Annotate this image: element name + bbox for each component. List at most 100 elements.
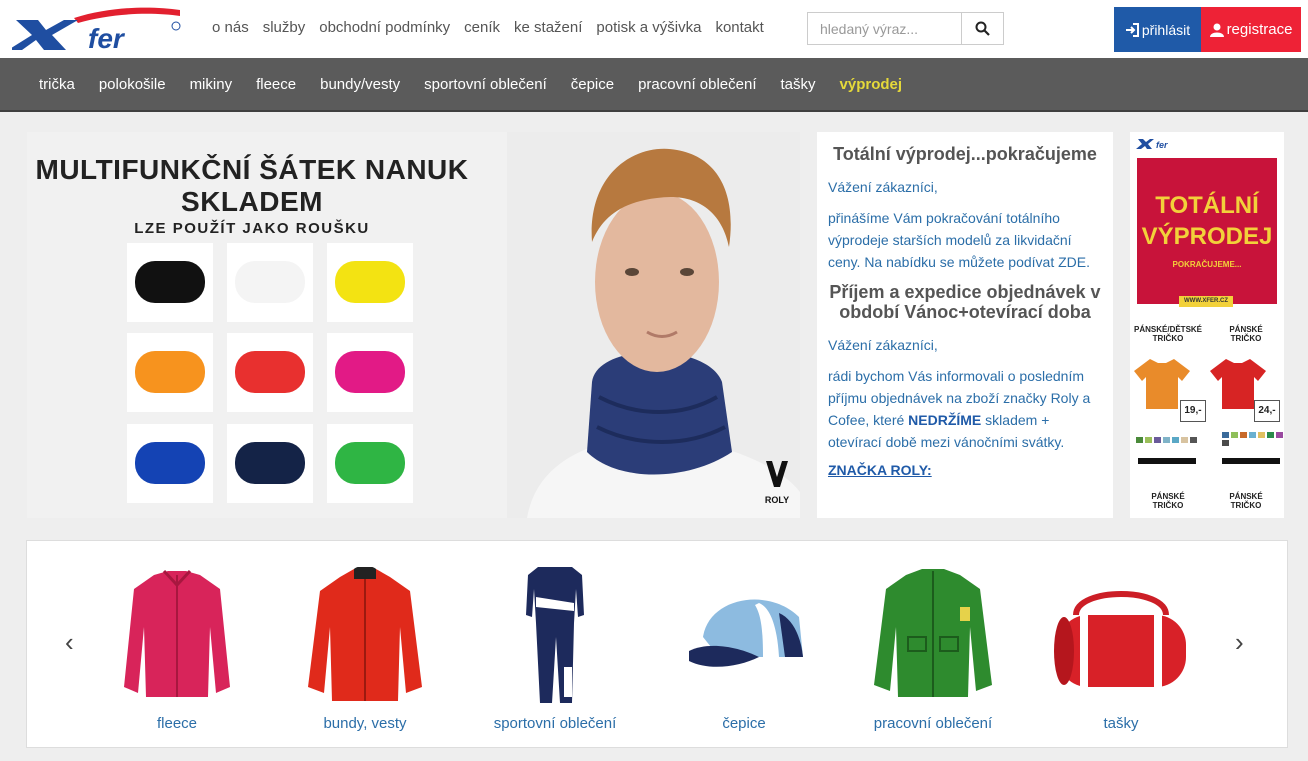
tracksuit-image (526, 567, 584, 703)
poster-subline: POKRAČUJEME... (1172, 260, 1242, 269)
poster-caption-4-line2: TRIČKO (1230, 501, 1262, 510)
banner-subline: LZE POUŽÍT JAKO ROUŠKU (134, 220, 370, 237)
carousel-label-cepice: čepice (722, 715, 766, 732)
poster-headline: TOTÁLNÍ VÝPRODEJ (1137, 190, 1277, 252)
cap-image (689, 599, 803, 667)
scarf-image (235, 261, 305, 303)
top-header: fer o nás služby obchodní podmínky ceník… (0, 0, 1308, 58)
search-box (807, 12, 1004, 45)
link-o-nas[interactable]: o nás (212, 19, 249, 36)
top-links: o nás služby obchodní podmínky ceník ke … (212, 19, 764, 36)
poster-headline-line1: TOTÁLNÍ (1155, 192, 1259, 219)
swatch-black (127, 243, 213, 322)
nav-item-mikiny[interactable]: mikiny (190, 76, 233, 93)
carousel-item-tasky[interactable]: tašky (1036, 561, 1206, 741)
poster-bar-2 (1222, 458, 1280, 464)
nav-item-tricka[interactable]: trička (39, 76, 75, 93)
sign-in-icon (1125, 22, 1139, 37)
carousel-item-fleece[interactable]: fleece (92, 561, 262, 741)
category-carousel: ‹ › fleece bundy, vesty sportovní obleče… (26, 540, 1288, 748)
scarf-image (235, 351, 305, 393)
scarf-image (335, 351, 405, 393)
nav-item-fleece[interactable]: fleece (256, 76, 296, 93)
poster-bar-1 (1138, 458, 1196, 464)
carousel-next-button[interactable]: › (1235, 627, 1244, 658)
scarf-image (235, 442, 305, 484)
carousel-prev-button[interactable]: ‹ (65, 627, 74, 658)
xfer-logo[interactable]: fer (12, 4, 184, 54)
link-sluzby[interactable]: služby (263, 19, 306, 36)
nav-item-pracovni-obleceni[interactable]: pracovní oblečení (638, 76, 756, 93)
carousel-item-pracovni-obleceni[interactable]: pracovní oblečení (848, 561, 1018, 741)
nav-item-polokosile[interactable]: polokošile (99, 76, 166, 93)
poster-caption-1: PÁNSKÉ/DĚTSKÉ TRIČKO (1134, 325, 1202, 343)
poster-web: WWW.XFER.CZ (1179, 296, 1233, 307)
banner-headline-line1: MULTIFUNKČNÍ ŠÁTEK NANUK (35, 154, 469, 185)
news-title-sale: Totální výprodej...pokračujeme (833, 144, 1097, 164)
register-label: registrace (1226, 21, 1293, 38)
news-christmas-text-bold: NEDRŽÍME (908, 412, 982, 428)
swatch-navy (227, 424, 313, 503)
poster-caption-2-line1: PÁNSKÉ (1229, 325, 1263, 334)
roly-logo-text: ROLY (765, 495, 789, 505)
swatch-pink (327, 333, 413, 412)
link-kontakt[interactable]: kontakt (715, 19, 763, 36)
search-icon (975, 21, 990, 36)
carousel-item-bundy-vesty[interactable]: bundy, vesty (280, 561, 450, 741)
search-input[interactable] (808, 13, 961, 44)
category-nav: trička polokošile mikiny fleece bundy/ve… (0, 58, 1308, 112)
carousel-item-cepice[interactable]: čepice (659, 561, 829, 741)
link-obchodni-podminky[interactable]: obchodní podmínky (319, 19, 450, 36)
poster-logo-text: fer (1156, 140, 1168, 150)
nav-item-vyprodej[interactable]: výprodej (840, 76, 903, 93)
scarf-image (135, 261, 205, 303)
swatch-yellow (327, 243, 413, 322)
roly-brand-link[interactable]: ZNAČKA ROLY: (828, 462, 1102, 478)
swatch-red (227, 333, 313, 412)
login-button[interactable]: přihlásit (1114, 7, 1201, 52)
news-title-christmas: Příjem a expedice objednávek v období Vá… (829, 282, 1101, 322)
link-ke-stazeni[interactable]: ke stažení (514, 19, 582, 36)
news-greeting-2: Vážení zákazníci, (828, 337, 938, 353)
poster-caption-3-line2: TRIČKO (1152, 501, 1184, 510)
nav-item-bundy-vesty[interactable]: bundy/vesty (320, 76, 400, 93)
model-photo (507, 132, 800, 518)
roly-logo: ROLY (765, 461, 789, 505)
nav-item-sportovni-obleceni[interactable]: sportovní oblečení (424, 76, 547, 93)
nav-item-cepice[interactable]: čepice (571, 76, 614, 93)
link-potisk-a-vysivka[interactable]: potisk a výšivka (596, 19, 701, 36)
link-cenik[interactable]: ceník (464, 19, 500, 36)
scarf-image (135, 442, 205, 484)
carousel-item-sportovni-obleceni[interactable]: sportovní oblečení (470, 561, 640, 741)
poster-caption-1-line1: PÁNSKÉ/DĚTSKÉ (1134, 325, 1203, 334)
logo-text: fer (88, 23, 126, 54)
poster-caption-4: PÁNSKÉ TRIČKO (1212, 492, 1280, 510)
poster-caption-2: PÁNSKÉ TRIČKO (1212, 325, 1280, 343)
poster-headline-line2: VÝPRODEJ (1141, 223, 1273, 250)
promo-banner[interactable]: MULTIFUNKČNÍ ŠÁTEK NANUK SKLADEM LZE POU… (27, 132, 800, 518)
work-jacket-image (874, 569, 992, 697)
poster-caption-1-line2: TRIČKO (1152, 334, 1184, 343)
scarf-image (135, 351, 205, 393)
poster-caption-3: PÁNSKÉ TRIČKO (1134, 492, 1202, 510)
news-panel: Totální výprodej...pokračujeme Vážení zá… (817, 132, 1113, 518)
login-label: přihlásit (1141, 21, 1191, 38)
banner-headline-line2: SKLADEM (181, 186, 323, 217)
banner-headline: MULTIFUNKČNÍ ŠÁTEK NANUK SKLADEM (27, 154, 477, 218)
register-button[interactable]: registrace (1201, 7, 1301, 52)
color-dots-1 (1136, 437, 1202, 443)
search-button[interactable] (961, 13, 1003, 44)
color-dots-2 (1222, 432, 1284, 446)
carousel-label-fleece: fleece (156, 715, 198, 732)
carousel-label-sportovni-obleceni: sportovní oblečení (493, 715, 617, 732)
news-christmas-text: rádi bychom Vás informovali o posledním … (828, 365, 1102, 453)
scarf-image (335, 261, 405, 303)
sale-poster[interactable]: fer TOTÁLNÍ VÝPRODEJ POKRAČUJEME... WWW.… (1130, 132, 1284, 518)
poster-price-1: 19,- (1180, 400, 1206, 422)
poster-price-2: 24,- (1254, 400, 1280, 422)
poster-caption-4-line1: PÁNSKÉ (1229, 492, 1263, 501)
poster-caption-2-line2: TRIČKO (1230, 334, 1262, 343)
fleece-jacket-image (124, 569, 230, 697)
nav-item-tasky[interactable]: tašky (781, 76, 816, 93)
news-sale-text: přinášíme Vám pokračování totálního výpr… (828, 210, 1090, 270)
